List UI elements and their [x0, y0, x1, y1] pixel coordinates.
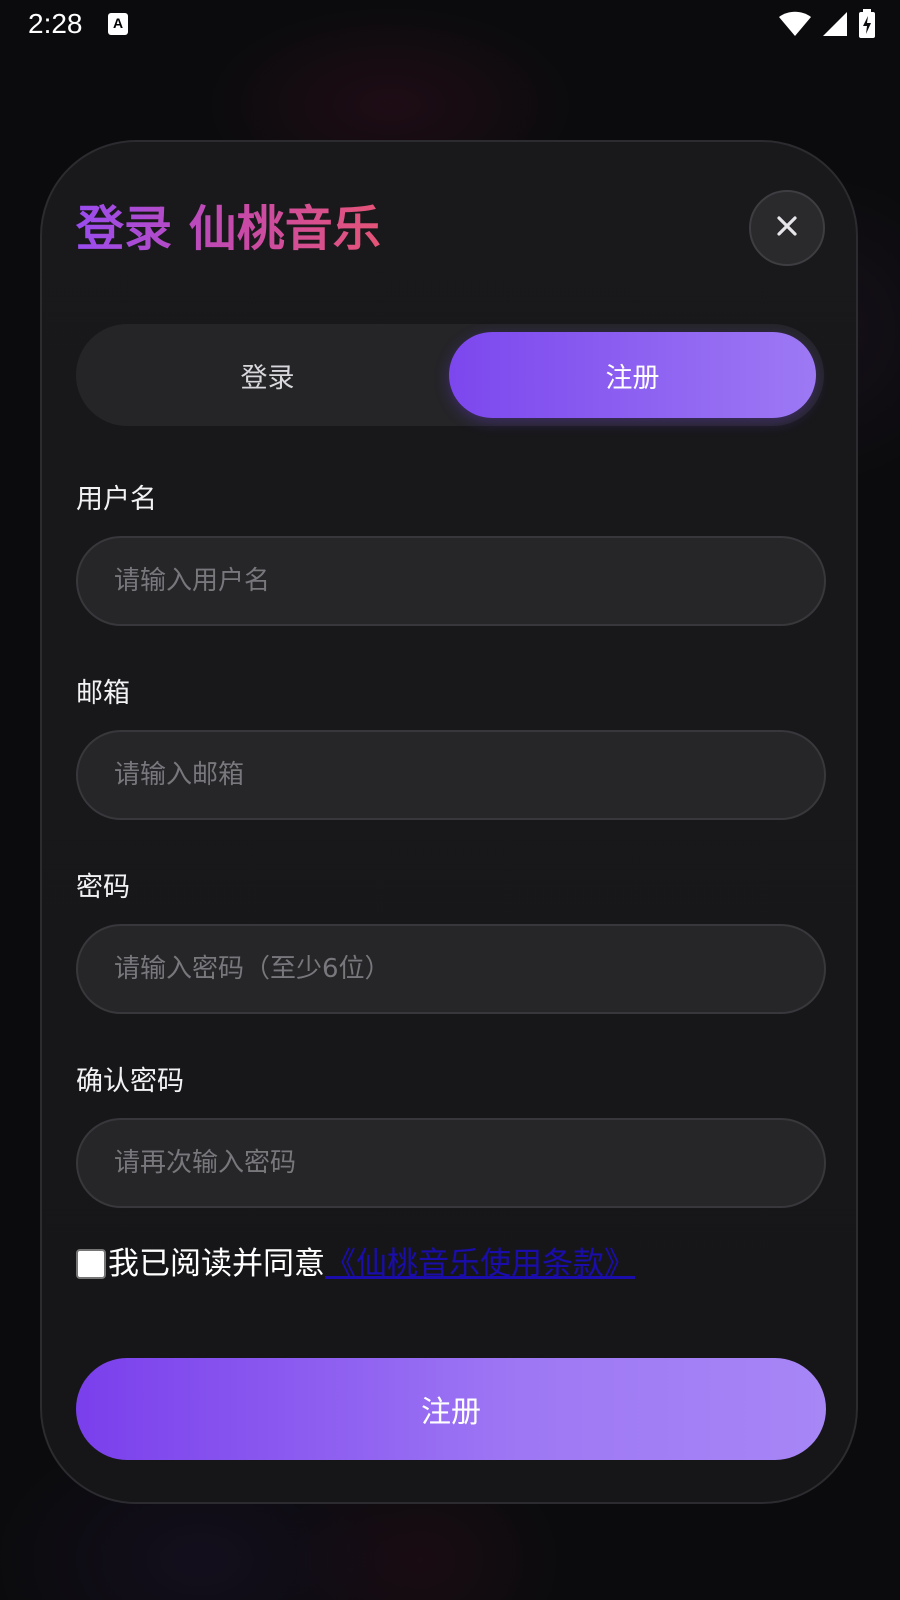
email-label: 邮箱 [76, 678, 130, 709]
auth-dialog: 登录 仙桃音乐 登录 注册 用户名 邮箱 密码 确认密码 [40, 140, 858, 1504]
password-field-container [76, 924, 826, 1014]
register-submit-button[interactable]: 注册 [76, 1358, 826, 1460]
password-field[interactable] [78, 926, 824, 1012]
screen: 2:28 A 登录 仙桃音乐 登录 注册 用户名 请输入用户名 邮箱 请输入邮箱… [0, 0, 900, 1600]
password-label: 密码 [76, 872, 130, 903]
close-button[interactable] [749, 190, 825, 266]
email-field[interactable] [78, 732, 824, 818]
username-label: 用户名 [76, 484, 157, 515]
tab-register[interactable]: 注册 [449, 332, 816, 418]
close-icon [776, 215, 798, 241]
notification-icon: A [108, 13, 128, 35]
agreement-text: 我已阅读并同意 [108, 1246, 325, 1282]
username-field-container [76, 536, 826, 626]
agreement-row: 我已阅读并同意 《仙桃音乐使用条款》 [76, 1242, 635, 1286]
status-icons [778, 8, 876, 40]
tab-login[interactable]: 登录 [84, 332, 451, 418]
dialog-title: 登录 仙桃音乐 [76, 194, 381, 264]
signal-icon [822, 11, 848, 37]
confirm-password-label: 确认密码 [76, 1066, 184, 1097]
username-field[interactable] [78, 538, 824, 624]
battery-charging-icon [858, 9, 876, 39]
status-time: 2:28 [28, 8, 83, 39]
terms-link[interactable]: 《仙桃音乐使用条款》 [325, 1242, 635, 1286]
auth-mode-tabs: 登录 注册 [76, 324, 824, 426]
confirm-password-field[interactable] [78, 1120, 824, 1206]
agreement-checkbox[interactable] [76, 1249, 106, 1279]
email-field-container [76, 730, 826, 820]
wifi-icon [778, 11, 812, 37]
confirm-password-field-container [76, 1118, 826, 1208]
status-bar: 2:28 A [0, 0, 900, 50]
